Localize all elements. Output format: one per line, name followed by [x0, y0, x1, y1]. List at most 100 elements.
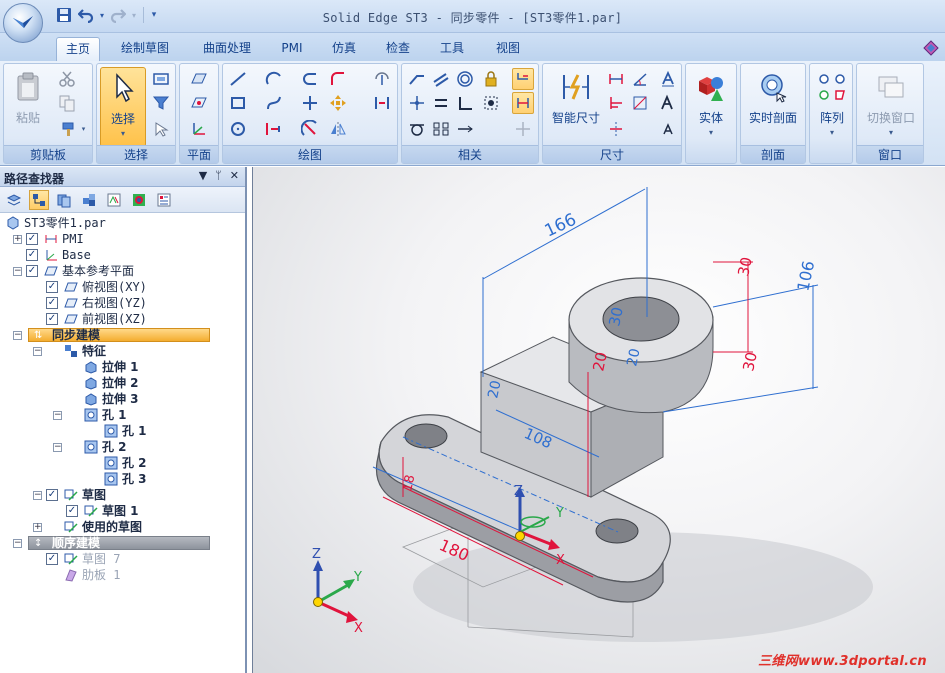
- properties-icon[interactable]: [154, 190, 174, 210]
- tree-node[interactable]: 拉伸 3: [0, 391, 245, 407]
- collapse-icon[interactable]: −: [53, 411, 62, 420]
- collapse-icon[interactable]: −: [13, 539, 22, 548]
- tree-node[interactable]: 肋板 1: [0, 567, 245, 583]
- perpendicular-icon[interactable]: [454, 92, 476, 114]
- tree-node[interactable]: 拉伸 1: [0, 359, 245, 375]
- color-manager-icon[interactable]: [129, 190, 149, 210]
- tree-node[interactable]: − ✓ 草图: [0, 487, 245, 503]
- tree-node[interactable]: 拉伸 2: [0, 375, 245, 391]
- format-painter-icon[interactable]: ▾: [56, 118, 90, 140]
- visibility-checkbox[interactable]: ✓: [46, 553, 58, 565]
- tab-inspect[interactable]: 检查: [378, 37, 418, 61]
- visibility-checkbox[interactable]: ✓: [26, 265, 38, 277]
- tree-node[interactable]: 孔 2: [0, 455, 245, 471]
- dimension-30-top[interactable]: 30: [734, 255, 756, 277]
- close-icon[interactable]: ✕: [230, 169, 239, 182]
- tree-node[interactable]: 孔 1: [0, 423, 245, 439]
- layers-icon[interactable]: [4, 190, 24, 210]
- coordinate-dimension-icon[interactable]: [605, 92, 627, 114]
- tree-node[interactable]: − 同步建模 ⇅: [0, 327, 245, 343]
- collapse-icon[interactable]: −: [33, 491, 42, 500]
- help-icon[interactable]: [923, 40, 939, 56]
- graphics-viewport[interactable]: 166 106 30 30 30 20 20 20 108 180 18 Z Y…: [252, 167, 945, 673]
- fillet-icon[interactable]: [327, 68, 349, 90]
- solid-button[interactable]: 实体 ▾: [689, 67, 733, 145]
- tab-sketch[interactable]: 绘制草图: [112, 37, 178, 61]
- collapse-icon[interactable]: −: [13, 267, 22, 276]
- tree-node[interactable]: ✓ 草图 7: [0, 551, 245, 567]
- annotation-text-icon[interactable]: [657, 68, 679, 90]
- arc-icon[interactable]: [263, 68, 285, 90]
- feature-library-icon[interactable]: [54, 190, 74, 210]
- cut-icon[interactable]: [56, 68, 78, 90]
- live-section-button[interactable]: 实时剖面: [744, 67, 802, 145]
- families-icon[interactable]: [79, 190, 99, 210]
- tree-node[interactable]: ✓ Base: [0, 247, 245, 263]
- collapse-icon[interactable]: −: [13, 331, 22, 340]
- expand-icon[interactable]: +: [13, 235, 22, 244]
- concentric-icon[interactable]: [454, 68, 476, 90]
- collapse-icon[interactable]: −: [33, 347, 42, 356]
- tab-view[interactable]: 视图: [488, 37, 528, 61]
- extend-icon[interactable]: [263, 118, 285, 140]
- switch-window-button[interactable]: 切换窗口 ▾: [861, 67, 921, 145]
- tree-node[interactable]: ✓ 右视图(YZ): [0, 295, 245, 311]
- visibility-checkbox[interactable]: ✓: [26, 249, 38, 261]
- dimension-106[interactable]: 106: [793, 259, 818, 293]
- lock-icon[interactable]: [480, 68, 502, 90]
- collapse-icon[interactable]: −: [53, 443, 62, 452]
- circle-icon[interactable]: [227, 118, 249, 140]
- tab-tools[interactable]: 工具: [432, 37, 472, 61]
- tree-node[interactable]: + ✓ PMI: [0, 231, 245, 247]
- symmetric-icon[interactable]: [430, 118, 452, 140]
- select-tools-icon[interactable]: [150, 118, 172, 140]
- select-filter-icon[interactable]: [150, 92, 172, 114]
- smart-dimension-button[interactable]: 智能尺寸: [546, 67, 606, 145]
- tree-node[interactable]: ✓ 前视图(XZ): [0, 311, 245, 327]
- rigid-set-icon[interactable]: [480, 92, 502, 114]
- horizontal-vertical-icon[interactable]: [406, 92, 428, 114]
- pathfinder-tree-icon[interactable]: [29, 190, 49, 210]
- visibility-checkbox[interactable]: ✓: [46, 489, 58, 501]
- tree-node[interactable]: − 顺序建模 ↕: [0, 535, 245, 551]
- visibility-checkbox[interactable]: ✓: [26, 233, 38, 245]
- variables-icon[interactable]: [104, 190, 124, 210]
- angle-between-icon[interactable]: [629, 68, 651, 90]
- application-button[interactable]: [3, 3, 43, 43]
- parallel-icon[interactable]: [430, 68, 452, 90]
- pin-icon[interactable]: ᛘ: [215, 169, 222, 182]
- pattern-button[interactable]: 阵列 ▾: [810, 67, 854, 145]
- expand-icon[interactable]: +: [33, 523, 42, 532]
- tree-node[interactable]: ✓ 俯视图(XY): [0, 279, 245, 295]
- tab-simulation[interactable]: 仿真: [324, 37, 364, 61]
- angular-coordinate-icon[interactable]: [629, 92, 651, 114]
- rectangle-icon[interactable]: [227, 92, 249, 114]
- tree-node[interactable]: ✓ 草图 1: [0, 503, 245, 519]
- visibility-checkbox[interactable]: ✓: [46, 297, 58, 309]
- line-icon[interactable]: [227, 68, 249, 90]
- text-size-small-icon[interactable]: [657, 118, 679, 140]
- tree-node[interactable]: − 特征: [0, 343, 245, 359]
- tree-node[interactable]: + 使用的草图: [0, 519, 245, 535]
- tab-pmi[interactable]: PMI: [274, 37, 310, 61]
- tree-node[interactable]: − 孔 2: [0, 439, 245, 455]
- move-icon[interactable]: [327, 92, 349, 114]
- equal-icon[interactable]: [430, 92, 452, 114]
- relationship-assistant-icon[interactable]: [512, 68, 534, 90]
- split-icon[interactable]: [299, 118, 321, 140]
- tree-node[interactable]: ST3零件1.par: [0, 215, 245, 231]
- coordinate-system-icon[interactable]: [188, 118, 210, 140]
- coincident-plane-icon[interactable]: [188, 92, 210, 114]
- visibility-checkbox[interactable]: ✓: [46, 281, 58, 293]
- tab-home[interactable]: 主页: [56, 37, 100, 61]
- symmetric-diameter-icon[interactable]: [605, 118, 627, 140]
- tree-node[interactable]: − ✓ 基本参考平面: [0, 263, 245, 279]
- connect-icon[interactable]: [406, 68, 428, 90]
- offset-icon[interactable]: [299, 68, 321, 90]
- panel-menu-icon[interactable]: ▼: [199, 169, 207, 182]
- include-icon[interactable]: [371, 92, 393, 114]
- maintain-relationships-icon[interactable]: [512, 92, 534, 114]
- plane-icon[interactable]: [188, 68, 210, 90]
- project-icon[interactable]: [371, 68, 393, 90]
- dimension-30-side[interactable]: 30: [739, 350, 761, 372]
